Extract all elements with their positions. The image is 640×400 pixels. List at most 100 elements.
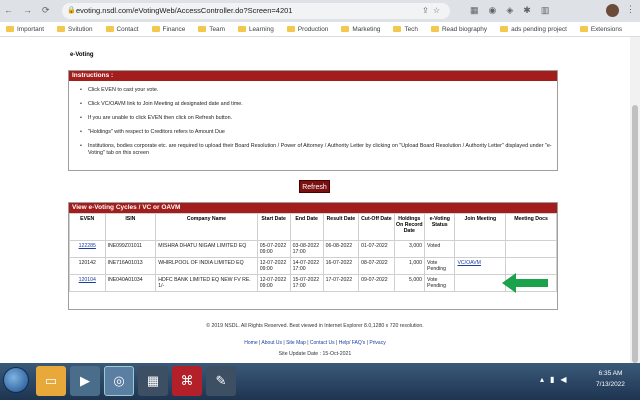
table-cell: 16-07-2022 <box>322 257 360 275</box>
bookmark-label: Marketing <box>352 25 381 33</box>
bookmark-label: Learning <box>248 25 274 33</box>
shield-icon[interactable]: ◈ <box>506 5 513 16</box>
footer-link[interactable]: About Us <box>261 340 282 346</box>
folder-icon <box>105 26 114 32</box>
back-icon[interactable]: ← <box>4 5 13 16</box>
bookmark-item[interactable]: Production <box>286 26 328 33</box>
table-header-row: EVEN ISIN Company Name Start Date End Da… <box>69 213 557 241</box>
table-row: 122285 INE099Z01011 MISHRA DHATU NIGAM L… <box>69 240 557 258</box>
sidebar-icon[interactable]: ▥ <box>541 5 550 16</box>
instruction-item: If you are unable to click EVEN then cli… <box>79 115 557 122</box>
col-docs: Meeting Docs <box>505 213 557 241</box>
table-cell <box>454 274 507 292</box>
footer-link[interactable]: Privacy <box>369 340 385 346</box>
menu-icon[interactable]: ⋮ <box>626 4 635 15</box>
bookmark-item[interactable]: ads pending project <box>500 26 567 33</box>
table-row: 120142 INE716A01013 WHIRLPOOL OF INDIA L… <box>69 257 557 275</box>
instruction-item: Click VC/OAVM link to Join Meeting at de… <box>79 101 557 108</box>
bookmark-label: Extensions <box>590 25 623 33</box>
instructions-list: Click EVEN to cast your vote. Click VC/O… <box>69 81 557 157</box>
bookmark-item[interactable]: Marketing <box>341 26 380 33</box>
col-end: End Date <box>289 213 324 241</box>
table-cell: 03-08-2022 17:00 <box>289 240 324 258</box>
omnibox-actions: ⇪☆ <box>422 3 444 19</box>
camera-icon[interactable]: ◉ <box>489 5 497 16</box>
footer-link[interactable]: Site Map <box>286 340 306 346</box>
puzzle-icon[interactable]: ✱ <box>523 5 531 16</box>
extension-icon[interactable]: ▦ <box>470 5 479 16</box>
bookmark-item[interactable]: Contact <box>105 26 139 33</box>
instructions-title: Instructions : <box>69 71 557 81</box>
clock[interactable]: 6:35 AM 7/13/2022 <box>596 368 625 390</box>
table-cell: 05-07-2022 09:00 <box>256 240 291 258</box>
folder-icon <box>6 26 14 32</box>
table-cell: 08-07-2022 <box>358 257 395 275</box>
even-link[interactable]: 120104 <box>79 277 96 283</box>
profile-avatar[interactable] <box>606 4 619 17</box>
bookmarks-bar: Important Svitution Contact Finance Team Lear… <box>0 22 640 37</box>
star-icon[interactable]: ☆ <box>433 6 444 15</box>
instruction-item: "Holdings" with respect to Creditors ref… <box>79 129 557 136</box>
col-join: Join Meeting <box>454 213 507 241</box>
bookmark-label: Tech <box>404 25 418 33</box>
address-bar[interactable]: 🔒 evoting.nsdl.com/eVotingWeb/AccessCont… <box>62 3 450 19</box>
bookmark-item[interactable]: Read biography <box>430 25 488 33</box>
folder-icon <box>579 26 588 32</box>
paint-icon[interactable]: ✎ <box>206 366 236 396</box>
pdf-reader-icon[interactable]: ⌘ <box>172 366 202 396</box>
even-link[interactable]: 122285 <box>79 243 96 249</box>
table-cell: 01-07-2022 <box>358 240 395 258</box>
col-cutoff: Cut-Off Date <box>358 213 395 241</box>
table-cell: 14-07-2022 17:00 <box>289 257 324 275</box>
table-cell: 1,000 <box>393 257 426 275</box>
clock-date: 7/13/2022 <box>596 381 625 388</box>
footer-link[interactable]: Contact Us <box>310 340 335 346</box>
bookmark-label: Svitution <box>68 25 93 33</box>
reload-icon[interactable]: ⟳ <box>42 5 50 16</box>
table-cell: 5,000 <box>393 274 426 292</box>
terminal-icon[interactable]: ▦ <box>138 366 168 396</box>
folder-icon <box>500 26 509 32</box>
bookmark-item[interactable]: Learning <box>237 25 274 33</box>
media-player-icon[interactable]: ▶ <box>70 366 100 396</box>
start-button[interactable] <box>3 367 29 393</box>
col-status: e-Voting Status <box>424 213 456 241</box>
scrollbar[interactable] <box>630 37 640 363</box>
bookmark-item[interactable]: Team <box>198 26 225 33</box>
bookmark-label: Important <box>17 25 44 33</box>
bookmark-label: ads pending project <box>511 25 567 33</box>
table-cell: 09-07-2022 <box>358 274 395 292</box>
table-cell: 17-07-2022 <box>322 274 360 292</box>
scrollbar-thumb[interactable] <box>632 105 638 363</box>
evoting-table: EVEN ISIN Company Name Start Date End Da… <box>69 213 557 292</box>
col-result: Result Date <box>322 213 360 241</box>
bookmark-item[interactable]: Finance <box>151 25 186 33</box>
share-icon[interactable]: ⇪ <box>422 6 433 15</box>
chrome-icon[interactable]: ◎ <box>104 366 134 396</box>
join-meeting-link[interactable]: VC/OAVM <box>457 260 481 266</box>
table-cell: 15-07-2022 17:00 <box>289 274 324 292</box>
section-title: e-Voting <box>70 52 94 58</box>
clock-time: 6:35 AM <box>598 370 623 377</box>
folder-icon <box>393 26 402 32</box>
bookmark-label: Finance <box>162 25 186 33</box>
forward-icon[interactable]: → <box>23 5 32 16</box>
bookmark-item[interactable]: Tech <box>393 26 418 33</box>
bookmark-item[interactable]: Important <box>6 26 44 33</box>
bookmark-item[interactable]: Extensions <box>579 25 623 33</box>
tray-arrow-icon[interactable]: ▴ <box>540 375 544 384</box>
taskbar: ▭ ▶ ◎ ▦ ⌘ ✎ ▴ ▮ ◀ 6:35 AM 7/13/2022 <box>0 363 640 400</box>
bookmark-item[interactable]: Svitution <box>57 26 93 33</box>
system-tray: ▴ ▮ ◀ <box>540 375 567 384</box>
green-arrow-icon <box>502 273 548 293</box>
network-icon[interactable]: ▮ <box>550 375 554 384</box>
footer-link[interactable]: Help/ FAQ's <box>339 340 366 346</box>
footer-link[interactable]: Home <box>244 340 257 346</box>
refresh-button[interactable]: Refresh <box>299 180 330 193</box>
volume-icon[interactable]: ◀ <box>560 375 566 384</box>
table-cell: Voted <box>424 240 456 258</box>
bookmark-label: Read biography <box>441 25 488 33</box>
file-explorer-icon[interactable]: ▭ <box>36 366 66 396</box>
table-cell: 120142 <box>69 257 106 275</box>
extensions-bar: ▦ ◉ ◈ ✱ ▥ <box>470 5 549 16</box>
